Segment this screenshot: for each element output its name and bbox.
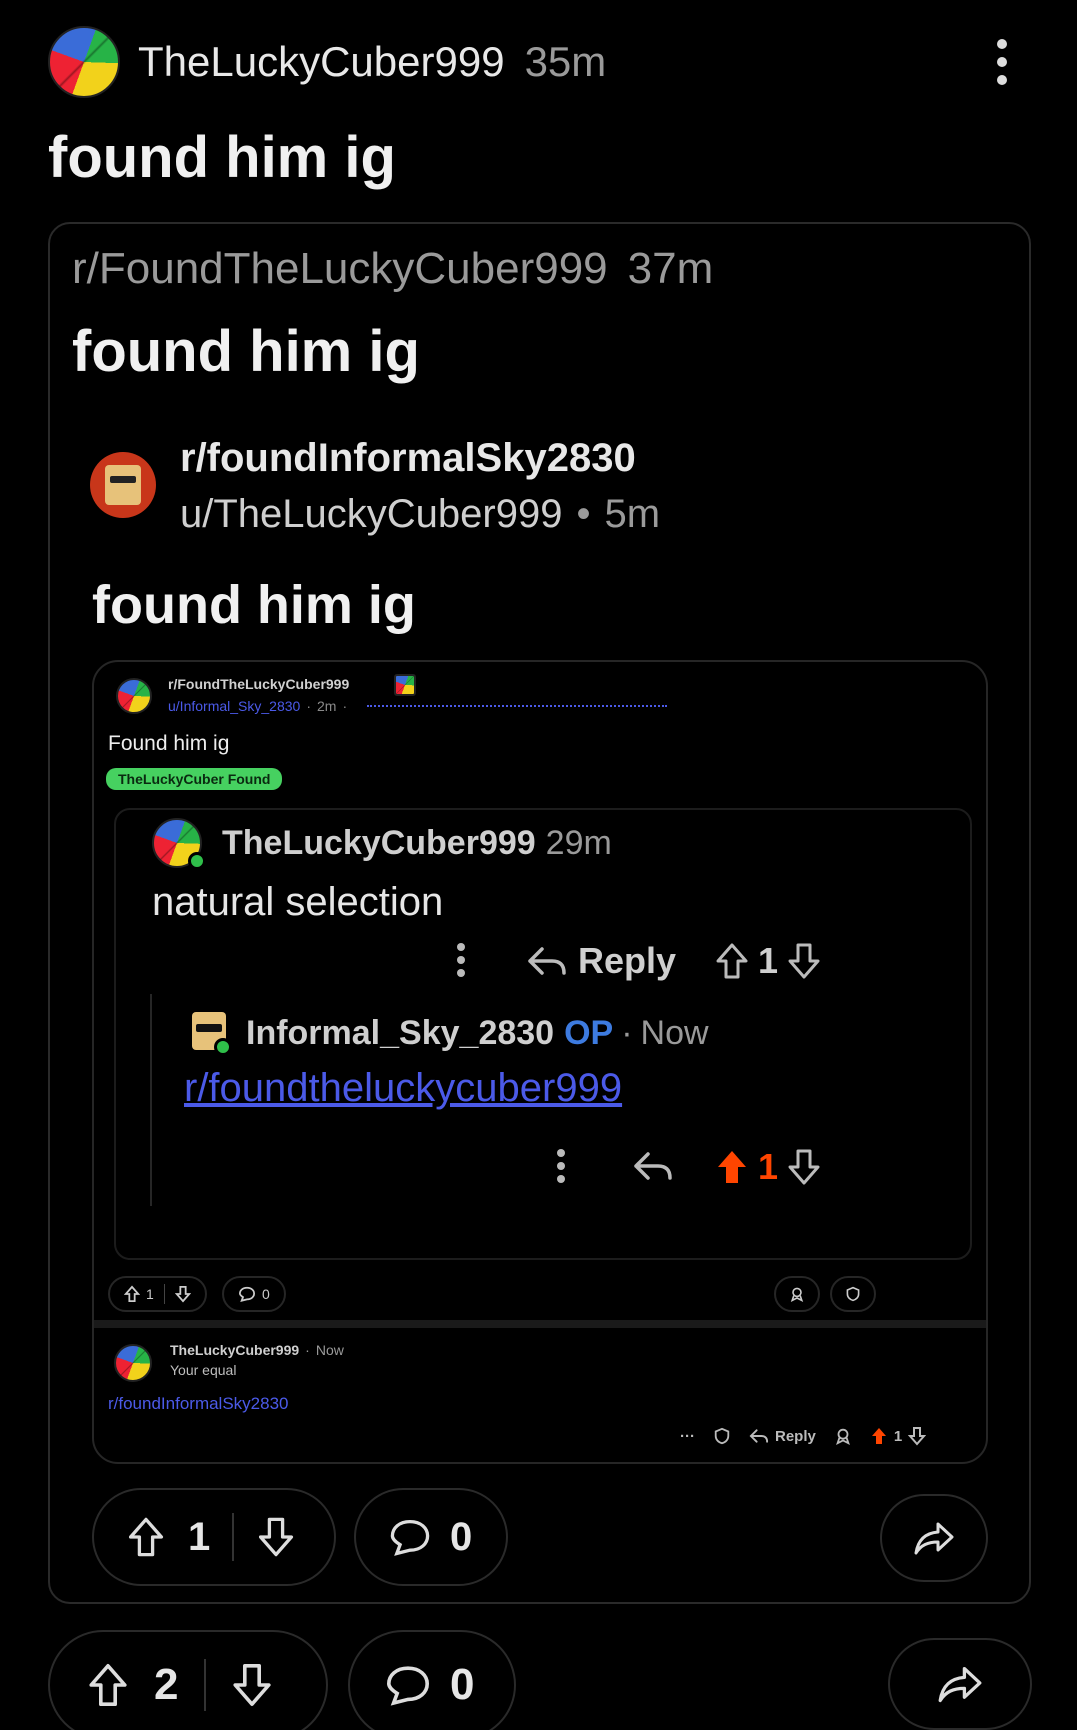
crosspost-vote-pill: 1 [92, 1488, 336, 1586]
inner-time: 5m [604, 492, 661, 536]
post-comments-button[interactable]: 0 [348, 1630, 516, 1730]
comment1-time: 29m [545, 824, 612, 862]
comment3-link: r/foundInformalSky2830 [108, 1394, 289, 1413]
shot-comment-pill: 0 [222, 1276, 286, 1312]
comment2-meta: Informal_Sky_2830 OP · Now [246, 1014, 709, 1052]
downvote-icon [788, 1149, 820, 1185]
shot-meta: u/Informal_Sky_2830 · 2m · [168, 698, 668, 714]
upvote-filled-icon [718, 1151, 746, 1183]
reply-icon [528, 947, 566, 975]
comment3-more: ··· [680, 1427, 695, 1445]
shot-dotted-line [367, 705, 668, 707]
comment3-avatar [114, 1344, 152, 1382]
shot-sub-icon [394, 674, 416, 696]
shot-vote-pill: 1 [108, 1276, 207, 1312]
more-options-icon[interactable] [990, 36, 1014, 92]
comment3-text: Your equal [170, 1362, 237, 1378]
comment1-author: TheLuckyCuber999 [222, 824, 536, 862]
post-vote-count: 2 [154, 1660, 179, 1709]
downvote-icon [233, 1664, 272, 1706]
share-icon [914, 1522, 954, 1555]
crosspost-subreddit[interactable]: r/FoundTheLuckyCuber999 [72, 244, 608, 294]
shot-title: Found him ig [108, 732, 230, 755]
comment3-time: Now [315, 1342, 344, 1358]
shot-flair: TheLuckyCuber Found [106, 768, 283, 790]
comment3-vote-count: 1 [893, 1427, 903, 1445]
comment2-time: Now [640, 1014, 709, 1052]
downvote-icon [259, 1517, 294, 1557]
post-title: found him ig [48, 125, 396, 190]
online-dot [188, 852, 206, 870]
dot-separator: • [576, 492, 591, 536]
comment2-votes: 1 [714, 1146, 822, 1188]
crosspost-comment-count: 0 [450, 1514, 473, 1559]
upvote-icon [89, 1664, 127, 1706]
screenshot-image[interactable]: r/FoundTheLuckyCuber999 u/Informal_Sky_2… [92, 660, 988, 1464]
comment3-shield-icon [714, 1427, 730, 1445]
crosspost-upvote-button[interactable] [126, 1515, 166, 1559]
comment1-reply: Reply [526, 940, 676, 982]
comment2-more-icon [556, 1148, 566, 1184]
post-vote-pill: 2 [48, 1630, 328, 1730]
crosspost-share-button[interactable] [880, 1494, 988, 1582]
comment2-op: OP [564, 1014, 614, 1052]
comment1-vote-count: 1 [758, 940, 779, 981]
comment3-meta: TheLuckyCuber999 · Now [170, 1342, 344, 1358]
comment1-more-icon [456, 942, 466, 978]
inner-user[interactable]: u/TheLuckyCuber999 [180, 492, 562, 537]
crosspost-comments-button[interactable]: 0 [354, 1488, 508, 1586]
comment2-link: r/foundtheluckycuber999 [184, 1066, 623, 1110]
inner-subreddit[interactable]: r/foundInformalSky2830 [180, 436, 636, 481]
downvote-icon [788, 943, 820, 979]
comment3-upvote-icon [871, 1428, 886, 1444]
comment1-votes: 1 [714, 940, 822, 982]
crosspost-meta: r/FoundTheLuckyCuber999 37m [72, 244, 713, 294]
comment3-author: TheLuckyCuber999 [170, 1342, 300, 1358]
comment1-meta: TheLuckyCuber999 29m [222, 824, 612, 863]
upvote-icon [128, 1517, 164, 1557]
comment1-reply-label: Reply [578, 940, 677, 981]
comment2-reply-icon [632, 1148, 674, 1184]
comment2-avatar [186, 1000, 232, 1056]
comment-icon [390, 1519, 430, 1556]
crosspost-downvote-button[interactable] [256, 1515, 296, 1559]
shot-time: 2m [316, 698, 337, 714]
shot-user: u/Informal_Sky_2830 [168, 698, 301, 714]
comment2-vote-count: 1 [758, 1146, 779, 1187]
thread-line [150, 994, 152, 1206]
share-icon [938, 1666, 982, 1703]
author-name[interactable]: TheLuckyCuber999 [138, 38, 505, 86]
shot-subreddit: r/FoundTheLuckyCuber999 [168, 676, 350, 692]
comment3-reply-icon [749, 1429, 769, 1443]
comment-icon [386, 1666, 430, 1706]
shot-divider [94, 1320, 986, 1328]
post-comment-count: 0 [450, 1660, 475, 1709]
comment3-award-icon [835, 1428, 850, 1445]
post-downvote-button[interactable] [230, 1661, 274, 1709]
post-meta: TheLuckyCuber999 35m [138, 36, 606, 88]
comment3-downvote-icon [908, 1427, 927, 1446]
comment3-actions: ··· Reply 1 [680, 1426, 927, 1446]
shot-comment-count: 0 [262, 1286, 270, 1302]
crosspost-vote-count: 1 [188, 1514, 211, 1559]
inner-meta: u/TheLuckyCuber999 • 5m [180, 492, 660, 537]
post-share-button[interactable] [888, 1638, 1032, 1730]
subreddit-avatar[interactable] [90, 452, 156, 518]
crosspost-title: found him ig [72, 319, 420, 384]
shot-award-icon [774, 1276, 820, 1312]
upvote-icon [716, 943, 748, 979]
comment2-author: Informal_Sky_2830 [246, 1014, 555, 1052]
comment1-text: natural selection [152, 880, 444, 924]
post-upvote-button[interactable] [86, 1661, 130, 1709]
post-time: 35m [524, 38, 607, 85]
shot-shield-icon [830, 1276, 876, 1312]
comment3-reply-label: Reply [775, 1427, 816, 1445]
crosspost-time: 37m [627, 244, 714, 293]
shot-vote-count: 1 [146, 1286, 154, 1302]
inner-title: found him ig [92, 575, 416, 635]
shot-avatar [116, 678, 152, 714]
author-avatar[interactable] [48, 26, 120, 98]
